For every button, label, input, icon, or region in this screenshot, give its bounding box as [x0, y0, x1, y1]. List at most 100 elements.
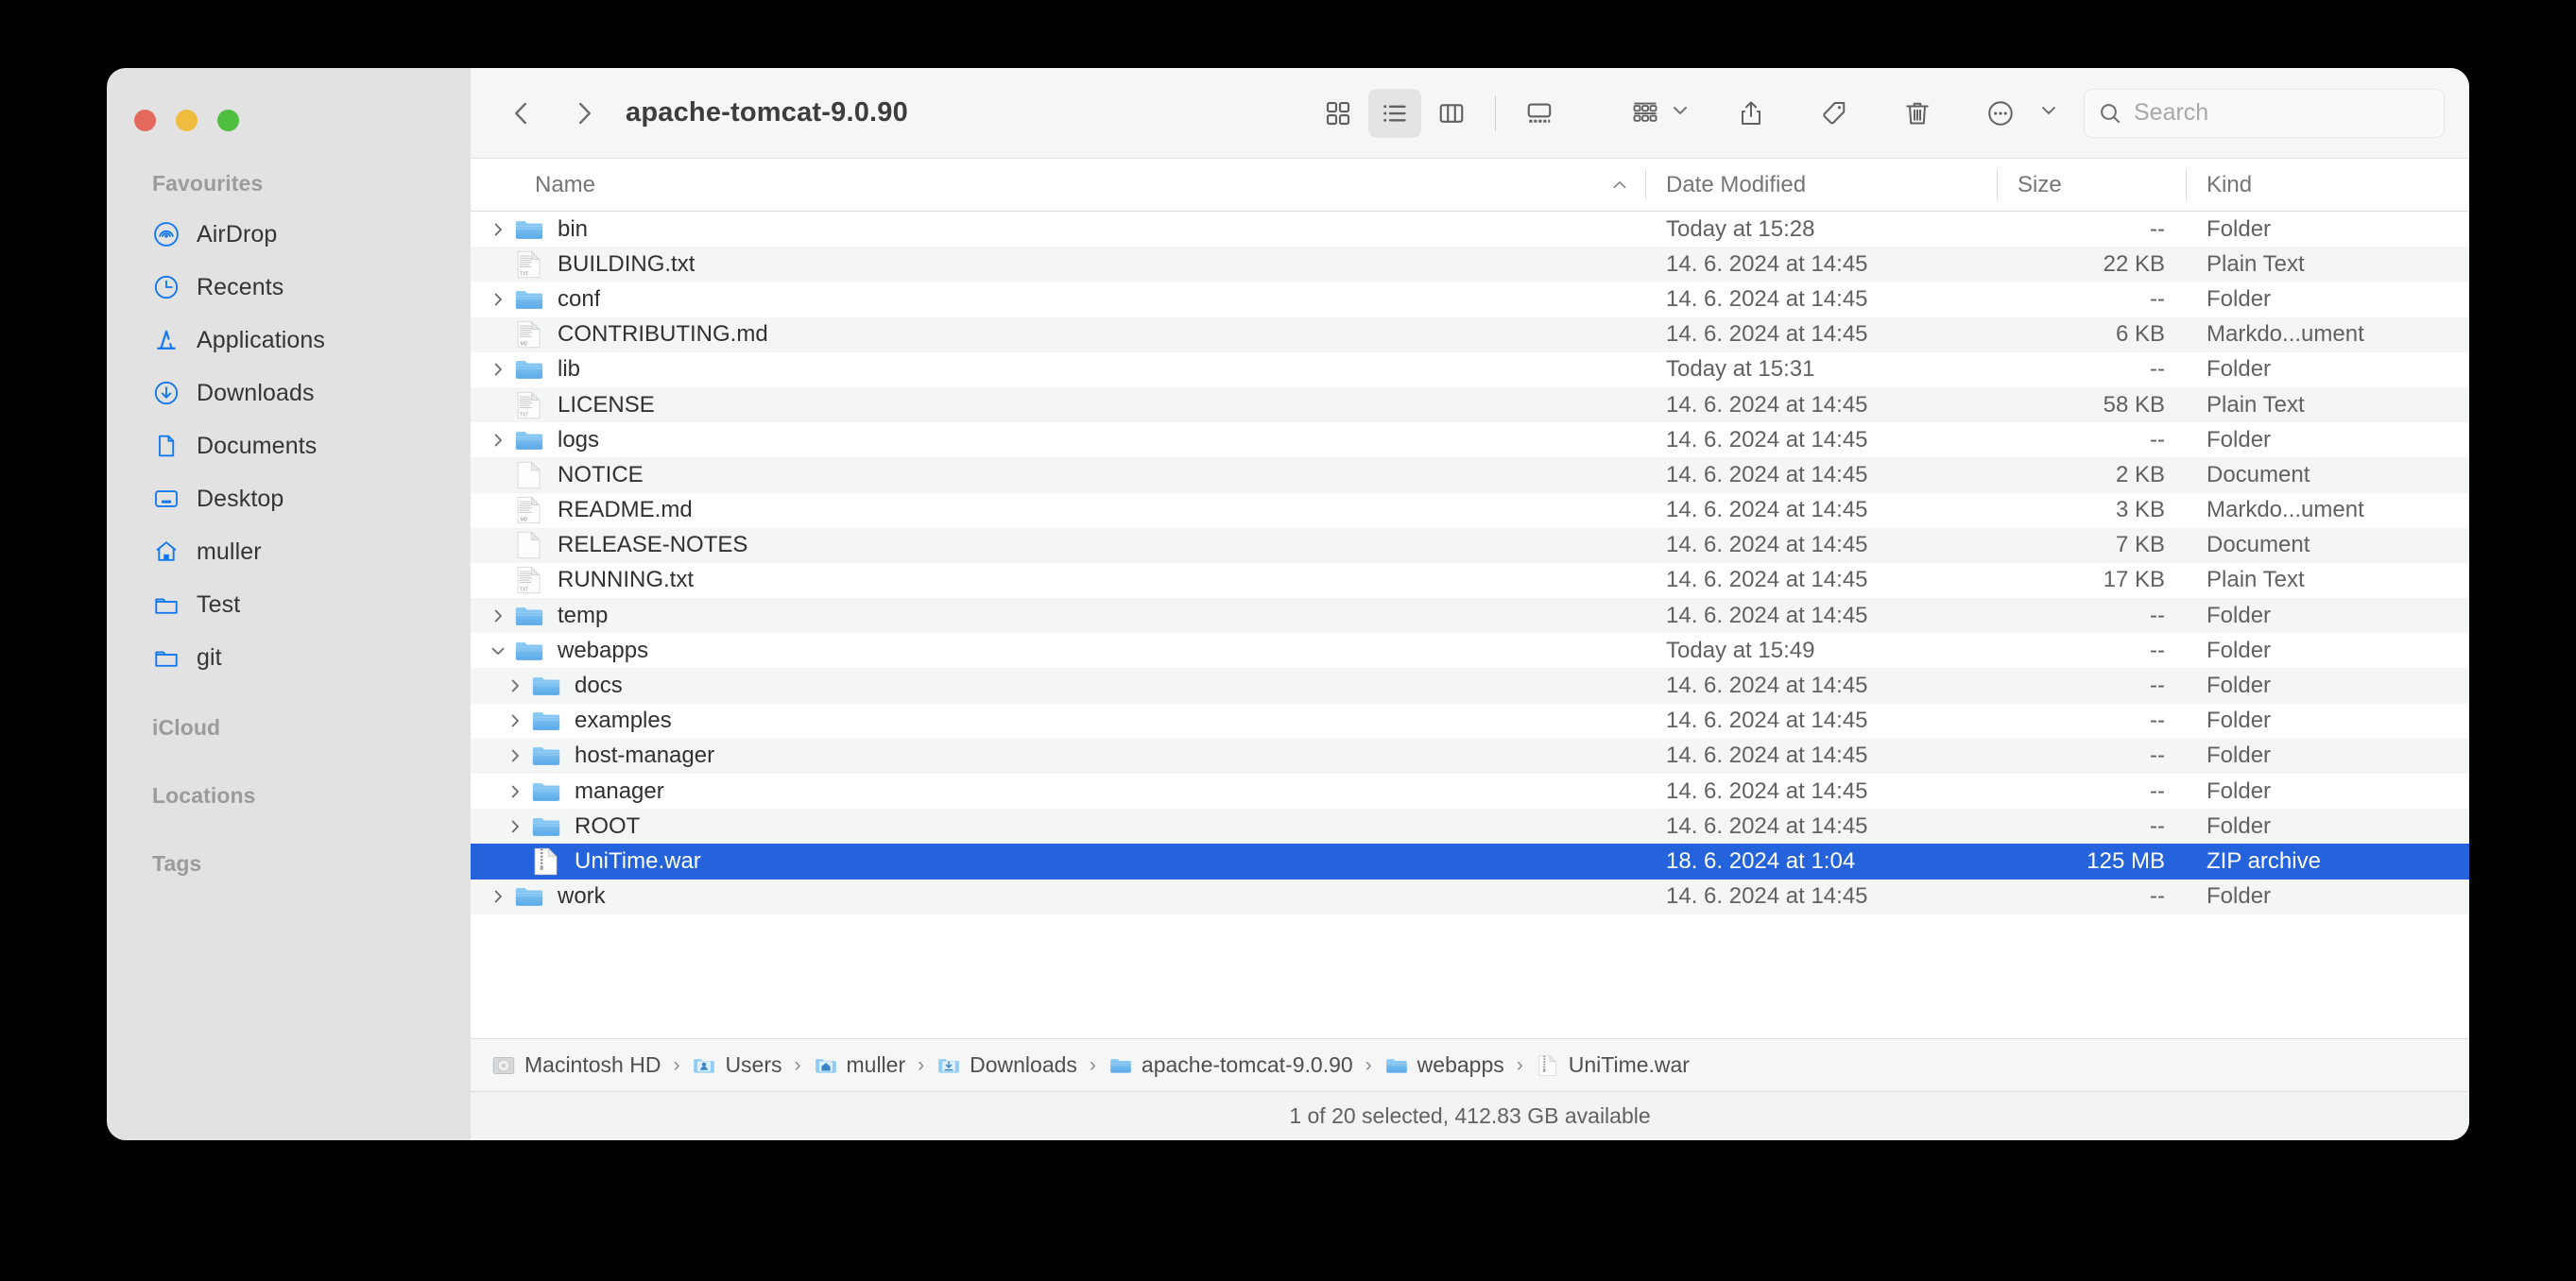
- forward-button[interactable]: [561, 91, 607, 136]
- traffic-lights: [134, 110, 239, 131]
- folder-icon: [512, 600, 546, 632]
- table-row[interactable]: MD README.md 14. 6. 2024 at 14:45 3 KB Markd…: [471, 493, 2469, 528]
- table-row[interactable]: work 14. 6. 2024 at 14:45 -- Folder: [471, 879, 2469, 914]
- file-date-cell: Today at 15:49: [1666, 637, 1815, 663]
- chevron-down-icon[interactable]: [484, 641, 512, 660]
- zoom-button[interactable]: [217, 110, 239, 131]
- sidebar-item-muller[interactable]: muller: [107, 525, 471, 578]
- sidebar-item-recents[interactable]: Recents: [107, 261, 471, 314]
- sidebar-item-label: Downloads: [197, 379, 315, 406]
- column-header-date-modified[interactable]: Date Modified: [1645, 159, 1997, 211]
- search-field[interactable]: [2084, 88, 2445, 138]
- table-row[interactable]: TXT RUNNING.txt 14. 6. 2024 at 14:45 17 KB P…: [471, 563, 2469, 598]
- sidebar-item-test[interactable]: Test: [107, 578, 471, 631]
- icon-view-button[interactable]: [1312, 89, 1365, 138]
- table-row[interactable]: webapps Today at 15:49 -- Folder: [471, 633, 2469, 668]
- chevron-right-icon[interactable]: [484, 360, 512, 379]
- sidebar-item-airdrop[interactable]: AirDrop: [107, 208, 471, 261]
- table-row[interactable]: manager 14. 6. 2024 at 14:45 -- Folder: [471, 774, 2469, 809]
- chevron-right-icon[interactable]: [484, 220, 512, 239]
- tag-button[interactable]: [1808, 89, 1861, 138]
- table-row[interactable]: host-manager 14. 6. 2024 at 14:45 -- Folder: [471, 738, 2469, 774]
- chevron-down-icon[interactable]: [1670, 100, 1691, 126]
- file-size-cell: 125 MB: [2087, 847, 2165, 874]
- table-row[interactable]: NOTICE 14. 6. 2024 at 14:45 2 KB Document: [471, 457, 2469, 493]
- table-row[interactable]: conf 14. 6. 2024 at 14:45 -- Folder: [471, 282, 2469, 316]
- file-icon: TXT: [512, 389, 546, 421]
- breadcrumb-item[interactable]: webapps: [1384, 1052, 1504, 1078]
- file-name-cell: RELEASE-NOTES: [471, 529, 1645, 561]
- table-row[interactable]: bin Today at 15:28 -- Folder: [471, 212, 2469, 247]
- more-button[interactable]: [1974, 89, 2027, 138]
- chevron-right-icon[interactable]: [484, 887, 512, 906]
- chevron-right-icon[interactable]: [501, 711, 529, 730]
- file-name-cell: work: [471, 880, 1645, 913]
- share-button[interactable]: [1725, 89, 1777, 138]
- list-view-button[interactable]: [1368, 88, 1421, 138]
- breadcrumb-separator: ›: [1089, 1053, 1096, 1076]
- folder-icon: [512, 635, 546, 667]
- chevron-right-icon[interactable]: [501, 676, 529, 695]
- folder-icon: [529, 705, 563, 737]
- chevron-right-icon[interactable]: [501, 746, 529, 765]
- breadcrumb-item[interactable]: Downloads: [936, 1052, 1077, 1078]
- path-bar[interactable]: Macintosh HD › Users › muller › Downloads › apa…: [471, 1038, 2469, 1091]
- search-input[interactable]: [2134, 99, 2430, 127]
- file-size-cell: --: [2150, 426, 2165, 453]
- table-row[interactable]: TXT LICENSE 14. 6. 2024 at 14:45 58 KB Plain…: [471, 386, 2469, 423]
- file-list[interactable]: bin Today at 15:28 -- Folder TXT BUILDING.tx…: [471, 212, 2469, 1038]
- chevron-down-icon[interactable]: [2038, 100, 2059, 126]
- sidebar-item-git[interactable]: git: [107, 631, 471, 684]
- group-by-button[interactable]: [1619, 89, 1672, 138]
- table-row[interactable]: MD CONTRIBUTING.md 14. 6. 2024 at 14:45 6 K…: [471, 316, 2469, 352]
- home-icon: [152, 538, 180, 566]
- column-view-button[interactable]: [1425, 89, 1478, 138]
- breadcrumb-label: Macintosh HD: [524, 1052, 661, 1077]
- toolbar-actions: [1619, 89, 2063, 138]
- chevron-right-icon[interactable]: [484, 606, 512, 625]
- sidebar-section-icloud: iCloud: [152, 715, 221, 740]
- close-button[interactable]: [134, 110, 156, 131]
- breadcrumb-item[interactable]: muller: [814, 1052, 905, 1078]
- breadcrumb-separator: ›: [794, 1053, 801, 1076]
- breadcrumb-item[interactable]: Macintosh HD: [491, 1052, 661, 1078]
- file-date-cell: 14. 6. 2024 at 14:45: [1666, 285, 1868, 312]
- back-button[interactable]: [499, 91, 544, 136]
- table-row[interactable]: lib Today at 15:31 -- Folder: [471, 352, 2469, 387]
- breadcrumb-item[interactable]: UniTime.war: [1536, 1052, 1690, 1078]
- file-size-cell: 22 KB: [2103, 250, 2165, 277]
- table-row[interactable]: TXT BUILDING.txt 14. 6. 2024 at 14:45 22 KB…: [471, 247, 2469, 282]
- sidebar-item-downloads[interactable]: Downloads: [107, 367, 471, 419]
- table-row[interactable]: UniTime.war 18. 6. 2024 at 1:04 125 MB ZIP …: [471, 844, 2469, 880]
- column-header-kind[interactable]: Kind: [2186, 159, 2469, 211]
- gallery-view-button[interactable]: [1513, 89, 1566, 138]
- chevron-right-icon[interactable]: [484, 431, 512, 450]
- table-row[interactable]: ROOT 14. 6. 2024 at 14:45 -- Folder: [471, 809, 2469, 845]
- sidebar-item-documents[interactable]: Documents: [107, 419, 471, 472]
- chevron-right-icon[interactable]: [501, 782, 529, 801]
- home-folder-icon: [814, 1053, 838, 1078]
- table-row[interactable]: examples 14. 6. 2024 at 14:45 -- Folder: [471, 704, 2469, 739]
- table-row[interactable]: docs 14. 6. 2024 at 14:45 -- Folder: [471, 668, 2469, 704]
- column-header-size[interactable]: Size: [1997, 159, 2186, 211]
- file-name-label: work: [558, 883, 606, 910]
- delete-button[interactable]: [1891, 89, 1944, 138]
- column-header-name-label: Name: [535, 171, 596, 197]
- chevron-right-icon[interactable]: [501, 817, 529, 836]
- sort-ascending-icon: [1609, 175, 1630, 196]
- breadcrumb-item[interactable]: Users: [692, 1052, 782, 1078]
- breadcrumb-item[interactable]: apache-tomcat-9.0.90: [1108, 1052, 1353, 1078]
- sidebar-item-desktop[interactable]: Desktop: [107, 472, 471, 525]
- column-header-name[interactable]: Name: [471, 159, 1645, 211]
- chevron-right-icon[interactable]: [484, 290, 512, 309]
- file-name-cell: MD CONTRIBUTING.md: [471, 318, 1645, 350]
- table-row[interactable]: RELEASE-NOTES 14. 6. 2024 at 14:45 7 KB Doc…: [471, 527, 2469, 563]
- file-kind-cell: Plain Text: [2207, 567, 2305, 593]
- file-name-cell: MD README.md: [471, 494, 1645, 526]
- table-row[interactable]: temp 14. 6. 2024 at 14:45 -- Folder: [471, 598, 2469, 634]
- file-name-label: NOTICE: [558, 461, 644, 487]
- table-row[interactable]: logs 14. 6. 2024 at 14:45 -- Folder: [471, 422, 2469, 457]
- minimize-button[interactable]: [176, 110, 197, 131]
- sidebar-item-applications[interactable]: Applications: [107, 314, 471, 367]
- file-kind-cell: ZIP archive: [2207, 847, 2321, 874]
